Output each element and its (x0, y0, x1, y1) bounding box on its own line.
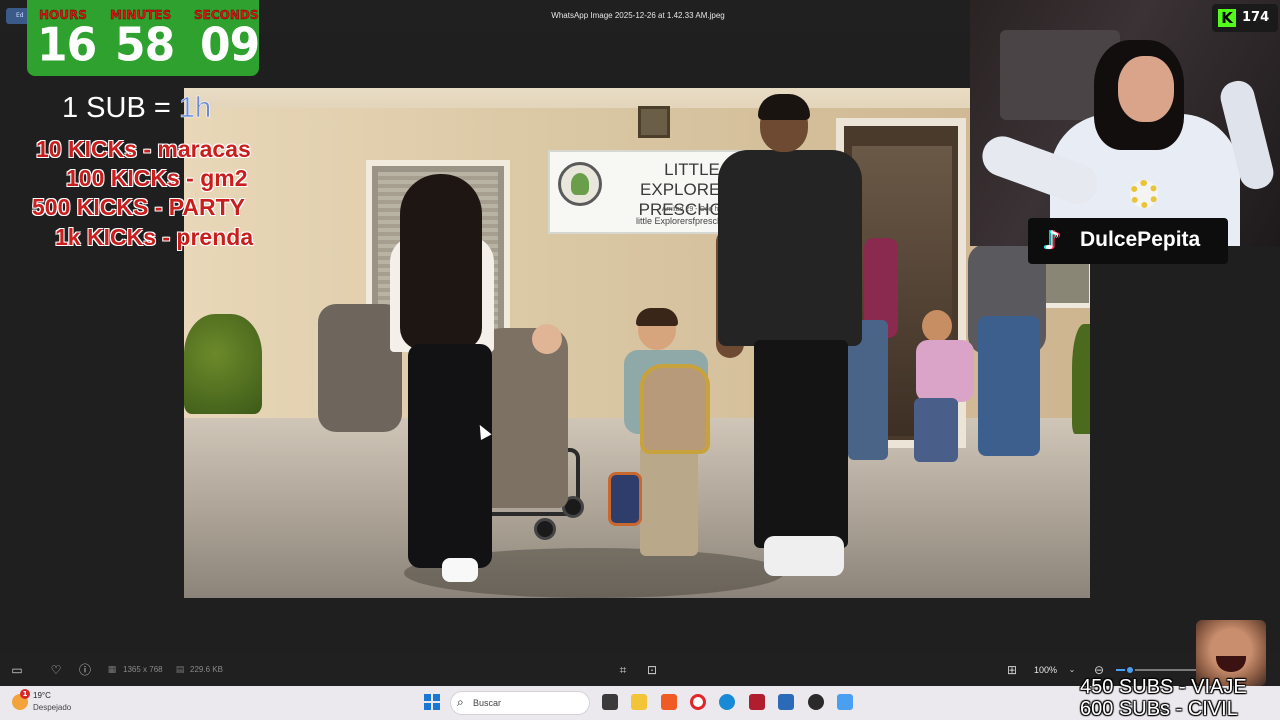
info-icon[interactable]: ⓘ (77, 662, 93, 678)
file-size: 229.6 KB (190, 665, 223, 674)
brave-browser-icon[interactable] (661, 694, 677, 710)
filmstrip-icon[interactable]: ▭ (9, 662, 25, 678)
photo-wall-lamp (638, 106, 670, 138)
kick-goal: 1k KICKs - prenda (55, 224, 254, 250)
file-explorer-icon[interactable] (631, 694, 647, 710)
boy-backpack (640, 364, 710, 454)
zoom-level[interactable]: 100% (1034, 665, 1057, 675)
kick-goal: 100 KICKs - gm2 (66, 165, 248, 191)
hours-value: 16 (37, 18, 97, 73)
store-app-icon[interactable] (778, 694, 794, 710)
sub-rule-prefix: 1 SUB = (62, 92, 179, 124)
stroller-canopy (482, 328, 568, 508)
mother-shoes (442, 558, 478, 582)
adobe-app-icon[interactable] (749, 694, 765, 710)
mother-leggings (408, 344, 492, 568)
kick-goal: 10 KICKs - maracas (36, 136, 251, 162)
chevron-down-icon[interactable]: ⌄ (1064, 662, 1080, 678)
tiktok-handle-banner: ♪ DulcePepita (1028, 218, 1228, 264)
screen: Ed WhatsApp Image 2025-12-26 at 1.42.33 … (0, 0, 1280, 720)
favorite-heart-icon[interactable]: ♡ (48, 662, 64, 678)
webcam-feed (970, 0, 1280, 246)
father-pants (754, 340, 848, 548)
obs-studio-icon[interactable] (808, 694, 824, 710)
mother-hair (400, 174, 482, 350)
zoom-slider[interactable] (1116, 665, 1196, 675)
countdown-timer: HOURS MINUTES SECONDS 16 58 09 (27, 0, 260, 76)
search-icon: ⌕ (457, 695, 464, 709)
fit-to-window-icon[interactable]: ⊞ (1004, 662, 1020, 678)
tiktok-handle: DulcePepita (1080, 228, 1201, 251)
seconds-value: 09 (200, 18, 260, 73)
sub-rule: 1 SUB = 1h (62, 92, 211, 125)
crop-icon[interactable]: ⌗ (615, 662, 631, 678)
lunchbox (608, 472, 642, 526)
girl-pants (914, 398, 958, 462)
sub-rule-value: 1h (178, 92, 212, 125)
taskbar-search[interactable]: ⌕ Buscar (450, 691, 590, 715)
kick-viewer-count: 174 (1242, 10, 1270, 25)
preschool-photo: LITTLE EXPLORERS PRESCHOOL Amitad 29 - O… (184, 88, 1090, 598)
sub-goal: 600 SUBs - CIVIL (1080, 698, 1238, 720)
boy-pants (640, 446, 698, 556)
preschool-logo-icon (558, 162, 602, 206)
notification-badge: 1 (20, 689, 30, 699)
photo-bush-left (184, 314, 262, 414)
search-placeholder: Buscar (473, 698, 502, 708)
girl-backpack (916, 340, 974, 402)
task-view-icon[interactable] (602, 694, 618, 710)
tiktok-icon: ♪ (1043, 226, 1061, 256)
image-dimensions: 1365 x 768 (123, 665, 163, 674)
father-hair (758, 94, 810, 120)
girl-head (922, 310, 952, 342)
windows-start-icon[interactable] (424, 694, 440, 710)
baby-head (532, 324, 562, 354)
kick-goal: 500 KICKS - PARTY (32, 194, 246, 220)
shirt-flower-icon (1130, 180, 1158, 208)
kick-logo-icon: K (1218, 9, 1236, 27)
streamer-face (1118, 56, 1174, 122)
photo-bush-right (1072, 324, 1090, 434)
boy-hair (636, 308, 678, 326)
edge-browser-icon[interactable] (719, 694, 735, 710)
meme-mouth (1216, 656, 1246, 672)
opera-browser-icon[interactable] (690, 694, 706, 710)
file-size-icon: ▤ (175, 665, 185, 675)
father-shirt (718, 150, 862, 346)
father-shoes (764, 536, 844, 576)
sub-goal: 450 SUBS - VIAJE (1080, 676, 1247, 698)
stroller-wheel (534, 518, 556, 540)
visual-search-icon[interactable]: ⊡ (644, 662, 660, 678)
weather-temperature[interactable]: 19°C (33, 691, 51, 700)
minutes-value: 58 (115, 18, 175, 73)
dimensions-icon: ▦ (107, 665, 117, 675)
photos-app-icon[interactable] (837, 694, 853, 710)
mother-right-legs (978, 316, 1040, 456)
weather-description[interactable]: Despejado (33, 703, 71, 712)
kick-viewer-badge: K 174 (1212, 4, 1278, 32)
